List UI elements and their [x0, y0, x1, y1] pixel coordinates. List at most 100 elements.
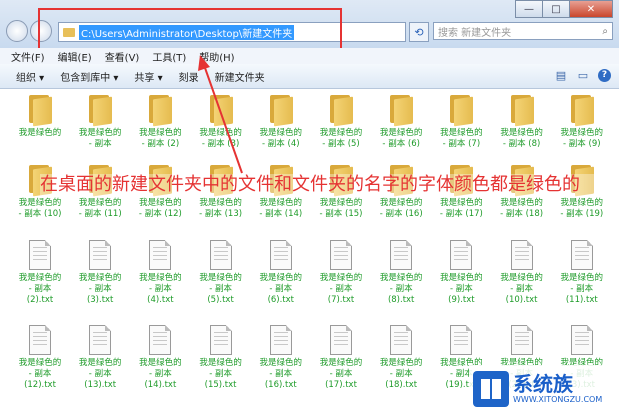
refresh-button[interactable]: ⟲ — [409, 22, 429, 42]
file-name-label: 我是绿色的 — [78, 273, 122, 283]
file-name-label: (5).txt — [207, 295, 234, 305]
minimize-button[interactable]: — — [515, 0, 543, 18]
file-name-label: - 副本 — [329, 369, 353, 379]
list-item[interactable]: 我是绿色的 - 副本 (8).txt — [373, 234, 429, 306]
file-name-label: - 副本 (6) — [382, 139, 420, 149]
list-item[interactable]: 我是绿色的 — [12, 89, 68, 139]
file-name-label: 我是绿色的 — [319, 128, 363, 138]
file-name-label: - 副本 — [450, 284, 473, 294]
list-item[interactable]: 我是绿色的 - 副本 — [72, 89, 128, 150]
list-item[interactable]: 我是绿色的 - 副本 (9).txt — [433, 234, 489, 306]
list-item[interactable]: 我是绿色的 - 副本 (16).txt — [253, 319, 309, 391]
folder-icon — [87, 95, 113, 127]
file-name-label: 我是绿色的 — [78, 128, 122, 138]
list-item[interactable]: 我是绿色的 - 副本 (15).txt — [193, 319, 249, 391]
file-name-label: - 副本 (15) — [319, 209, 363, 219]
list-item[interactable]: 我是绿色的 - 副本 (6) — [373, 89, 429, 150]
file-name-label: (9).txt — [448, 295, 475, 305]
organize-button[interactable]: 组织 ▾ — [16, 69, 44, 84]
file-name-label: 我是绿色的 — [139, 128, 182, 138]
file-name-label: 我是绿色的 — [139, 358, 182, 368]
file-name-label: 我是绿色的 — [560, 128, 604, 138]
list-item[interactable]: 我是绿色的 - 副本 (4).txt — [132, 234, 188, 306]
file-name-label: 我是绿色的 — [259, 273, 303, 283]
file-name-label: 我是绿色的 — [500, 273, 543, 283]
list-item[interactable]: 我是绿色的 - 副本 (4) — [253, 89, 309, 150]
file-name-label: 我是绿色的 — [379, 273, 423, 283]
search-placeholder: 搜索 新建文件夹 — [438, 27, 512, 39]
list-item[interactable]: 我是绿色的 - 副本 (12).txt — [12, 319, 68, 391]
file-name-label: 我是绿色的 — [199, 273, 242, 283]
list-item[interactable]: 我是绿色的 - 副本 (7) — [433, 89, 489, 150]
list-item[interactable]: 我是绿色的 - 副本 (10).txt — [494, 234, 550, 306]
watermark-title: 系统族 — [513, 372, 573, 396]
help-icon[interactable]: ? — [598, 68, 611, 82]
text-file-icon — [149, 240, 172, 270]
file-name-label: (17).txt — [325, 380, 357, 390]
file-name-label: 我是绿色的 — [139, 198, 182, 208]
file-name-label: 我是绿色的 — [440, 128, 483, 138]
file-name-label: 我是绿色的 — [259, 358, 303, 368]
close-button[interactable]: ✕ — [569, 0, 613, 18]
list-item[interactable]: 我是绿色的 - 副本 (2) — [132, 89, 188, 150]
menu-edit[interactable]: 编辑(E) — [58, 49, 92, 64]
text-file-icon — [330, 240, 352, 270]
menu-view[interactable]: 查看(V) — [105, 49, 140, 64]
file-name-label: 我是绿色的 — [18, 128, 62, 138]
list-item[interactable]: 我是绿色的- 副本(3).txt — [72, 234, 128, 306]
file-name-label: - 副本 — [329, 284, 353, 294]
file-name-label: 我是绿色的 — [199, 198, 242, 208]
list-item[interactable]: 我是绿色的 - 副本 (17).txt — [313, 319, 369, 391]
list-item[interactable]: 我是绿色的 - 副本 (6).txt — [253, 234, 309, 306]
search-input[interactable]: 搜索 新建文件夹 ⌕ — [433, 22, 613, 40]
list-item[interactable]: 我是绿色的 - 副本 (13).txt — [72, 319, 128, 391]
list-item[interactable]: 我是绿色的 - 副本 (18).txt — [373, 319, 429, 391]
text-file-icon — [510, 240, 533, 270]
file-name-label: - 副本 (13) — [199, 209, 243, 219]
share-button[interactable]: 共享 ▾ — [134, 69, 162, 84]
file-name-label: 我是绿色的 — [259, 128, 303, 138]
list-item[interactable]: 我是绿色的 - 副本 (9) — [554, 89, 610, 150]
list-item[interactable]: 我是绿色的 - 副本 (8) — [494, 89, 550, 150]
view-options-icon[interactable]: ▤ — [554, 68, 568, 82]
folder-icon — [268, 95, 294, 127]
list-item[interactable]: 我是绿色的 - 副本 (14).txt — [132, 319, 188, 391]
file-name-label: - 副本 (11) — [78, 209, 122, 219]
window-controls: — □ ✕ — [515, 0, 613, 18]
list-item[interactable]: 我是绿色的- 副本(2).txt — [12, 234, 68, 306]
list-item[interactable]: 我是绿色的 - 副本 (5) — [313, 89, 369, 150]
file-name-label: (11).txt — [565, 295, 598, 305]
file-name-label: (6).txt — [267, 295, 295, 305]
file-name-label: (3).txt — [86, 295, 114, 305]
file-name-label: (8).txt — [387, 295, 415, 305]
preview-pane-icon[interactable]: ▭ — [576, 68, 590, 82]
file-name-label: (14).txt — [144, 380, 177, 390]
folder-icon — [147, 95, 173, 127]
file-name-label: - 副本 — [389, 284, 413, 294]
annotation-arrow — [198, 55, 243, 174]
file-name-label: - 副本 (10) — [18, 209, 62, 219]
text-file-icon — [209, 325, 232, 355]
list-item[interactable]: 我是绿色的 - 副本 (11).txt — [554, 234, 610, 306]
file-name-label: - 副本 — [269, 284, 293, 294]
file-name-label: (16).txt — [264, 380, 297, 390]
file-name-label: 我是绿色的 — [78, 198, 122, 208]
file-name-label: - 副本 — [28, 369, 52, 379]
file-name-label: 我是绿色的 — [319, 273, 363, 283]
file-name-label: (12).txt — [24, 380, 56, 390]
file-name-label: - 副本 — [88, 284, 112, 294]
menu-bar: 文件(F) 编辑(E) 查看(V) 工具(T) 帮助(H) — [0, 48, 619, 64]
text-file-icon — [330, 325, 352, 355]
file-name-label: - 副本 (5) — [322, 139, 360, 149]
back-button[interactable] — [6, 20, 28, 42]
maximize-button[interactable]: □ — [542, 0, 570, 18]
file-name-label: (13).txt — [84, 380, 117, 390]
file-name-label: - 副本 — [209, 284, 232, 294]
menu-file[interactable]: 文件(F) — [11, 49, 45, 64]
file-name-label: 我是绿色的 — [379, 198, 423, 208]
file-name-label: - 副本 — [28, 284, 52, 294]
include-in-library-button[interactable]: 包含到库中 ▾ — [60, 69, 118, 84]
list-item[interactable]: 我是绿色的 - 副本 (5).txt — [193, 234, 249, 306]
list-item[interactable]: 我是绿色的 - 副本 (7).txt — [313, 234, 369, 306]
menu-tools[interactable]: 工具(T) — [152, 49, 186, 64]
